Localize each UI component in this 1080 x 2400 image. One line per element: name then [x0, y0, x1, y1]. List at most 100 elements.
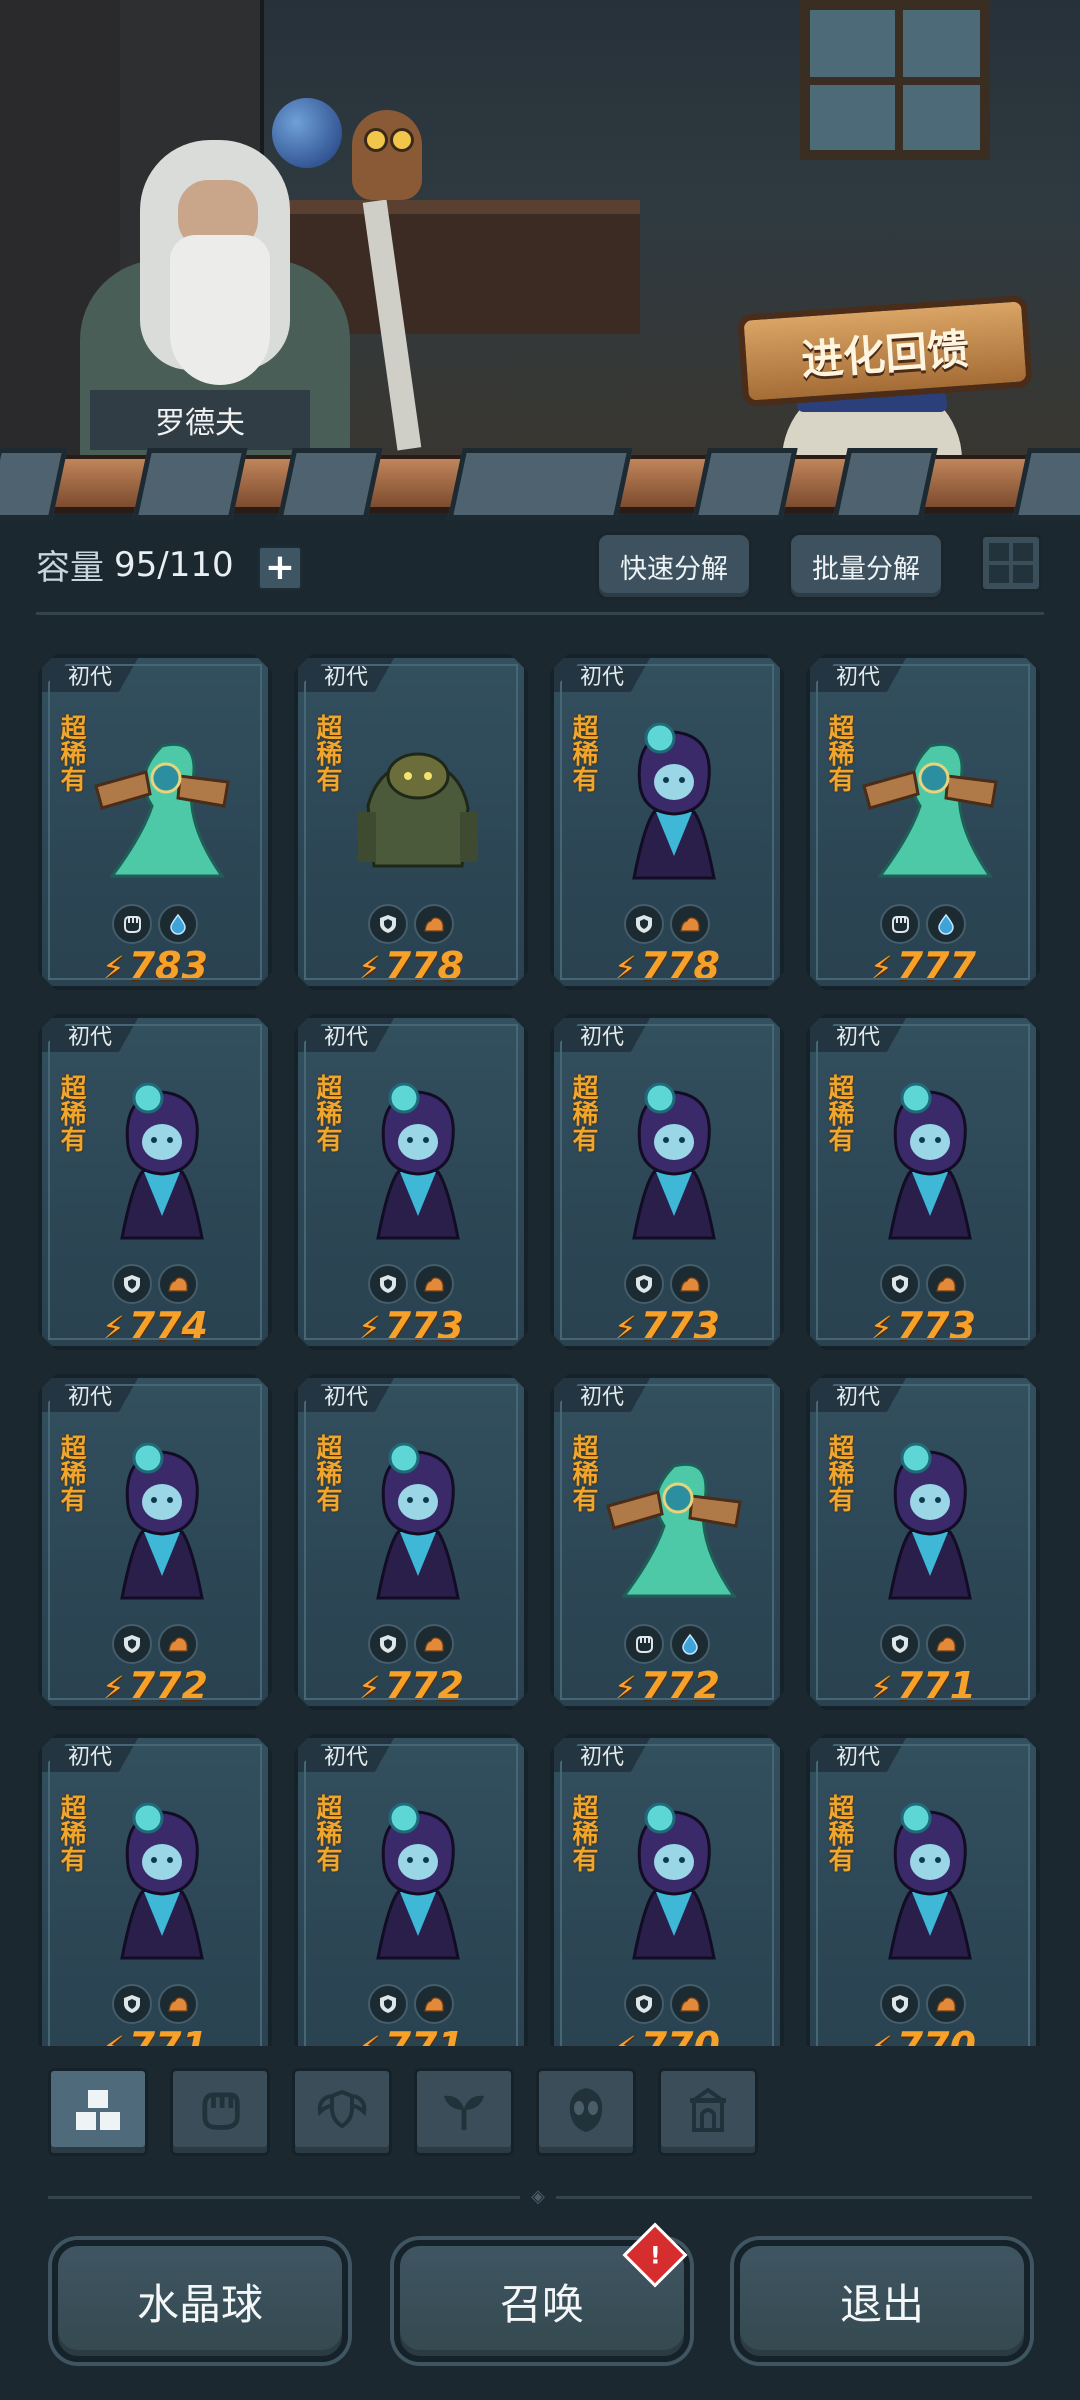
filter-tab-fist[interactable] — [170, 2068, 270, 2156]
rarity-label: 超稀有 — [312, 1074, 342, 1152]
summon-button[interactable]: 召唤 ! — [394, 2222, 690, 2362]
divider-stone — [132, 448, 248, 520]
capacity-label: 容量 — [36, 548, 104, 588]
water-spirit-portrait — [860, 716, 1000, 884]
dark-sorceress-portrait — [348, 1436, 488, 1604]
rarity-label: 超稀有 — [824, 714, 854, 792]
power-icon: ⚡ — [614, 1669, 637, 1707]
power-icon: ⚡ — [358, 949, 381, 987]
power-value: ⚡ 778 — [358, 944, 464, 988]
monster-card[interactable]: 初代超稀有 ⚡770 — [550, 1734, 784, 2046]
monster-card[interactable]: 初代 超稀有 ⚡ 773 — [806, 1014, 1040, 1350]
monster-card[interactable]: 初代 超稀有 ⚡ 777 — [806, 654, 1040, 990]
generation-tag: 初代 — [42, 1378, 138, 1412]
rarity-label: 超稀有 — [56, 1434, 86, 1512]
add-capacity-button[interactable]: + — [258, 546, 302, 590]
monster-card[interactable]: 初代 超稀有 ⚡ 772 — [550, 1374, 784, 1710]
rarity-label: 超稀有 — [312, 714, 342, 792]
monster-card[interactable]: 初代 超稀有 ⚡ 774 — [38, 1014, 272, 1350]
filter-tab-all-blocks[interactable] — [48, 2068, 148, 2156]
power-icon: ⚡ — [102, 1309, 125, 1347]
earth-icon — [414, 904, 454, 944]
earth-icon — [670, 1264, 710, 1304]
power-value: ⚡ 773 — [358, 1304, 464, 1348]
filter-tab-sprout[interactable] — [414, 2068, 514, 2156]
rarity-label: 超稀有 — [824, 1434, 854, 1512]
capacity-value: 95/110 — [114, 544, 234, 585]
generation-tag: 初代 — [298, 1378, 394, 1412]
rarity-label: 超稀有 — [56, 714, 86, 792]
attribute-icons — [42, 1984, 268, 2024]
power-icon: ⚡ — [614, 1309, 637, 1347]
monster-card[interactable]: 初代 超稀有 ⚡ 772 — [294, 1374, 528, 1710]
scene-banner: 罗德夫 进化回馈 — [0, 0, 1080, 480]
separator — [36, 612, 1044, 615]
shield-icon — [624, 1984, 664, 2024]
generation-tag: 初代 — [298, 1738, 394, 1772]
divider-stone — [692, 448, 798, 520]
attribute-icons — [298, 904, 524, 944]
filter-tab-mask[interactable] — [536, 2068, 636, 2156]
attribute-icons — [810, 1624, 1036, 1664]
shield-icon — [368, 1624, 408, 1664]
generation-tag: 初代 — [810, 1378, 906, 1412]
fist-icon — [880, 904, 920, 944]
attribute-icons — [554, 904, 780, 944]
attribute-icons — [298, 1264, 524, 1304]
monster-card[interactable]: 初代超稀有 ⚡770 — [806, 1734, 1040, 2046]
generation-tag: 初代 — [810, 658, 906, 692]
generation-tag: 初代 — [554, 1738, 650, 1772]
filter-tab-winged-shield[interactable] — [292, 2068, 392, 2156]
quick-decompose-button[interactable]: 快速分解 — [596, 532, 752, 600]
monster-card[interactable]: 初代 超稀有 ⚡ 783 — [38, 654, 272, 990]
power-value: ⚡ 772 — [102, 1664, 208, 1708]
monster-card[interactable]: 初代超稀有 ⚡771 — [38, 1734, 272, 2046]
power-icon: ⚡ — [102, 949, 125, 987]
dark-sorceress-portrait — [348, 1796, 488, 1964]
summon-label: 召唤 — [499, 2279, 584, 2329]
earth-icon — [414, 1624, 454, 1664]
attribute-icons — [554, 1984, 780, 2024]
generation-tag: 初代 — [554, 1378, 650, 1412]
water-spirit-portrait — [92, 716, 232, 884]
batch-decompose-button[interactable]: 批量分解 — [788, 532, 944, 600]
attribute-icons — [42, 1264, 268, 1304]
winged-shield-icon — [314, 2086, 370, 2138]
earth-icon — [926, 1984, 966, 2024]
monster-card[interactable]: 初代 超稀有 ⚡ 778 — [550, 654, 784, 990]
grid-view-button[interactable] — [980, 534, 1042, 592]
dark-sorceress-portrait — [860, 1796, 1000, 1964]
shield-icon — [880, 1984, 920, 2024]
power-icon: ⚡ — [358, 1669, 381, 1707]
monster-card-list[interactable]: 初代 超稀有 ⚡ 783 初代 超稀有 ⚡ 778 初代 超稀有 ⚡ 778 初代 超稀有 ⚡ 777 初代 超稀… — [0, 640, 1080, 2046]
power-value: ⚡ 773 — [870, 1304, 976, 1348]
generation-tag: 初代 — [42, 658, 138, 692]
filter-tabs — [48, 2068, 758, 2156]
generation-tag: 初代 — [810, 1738, 906, 1772]
earth-icon — [670, 1984, 710, 2024]
evolution-feedback-button[interactable]: 进化回馈 — [737, 294, 1033, 408]
rarity-label: 超稀有 — [56, 1074, 86, 1152]
monster-card[interactable]: 初代超稀有 ⚡771 — [806, 1374, 1040, 1710]
all-blocks-icon — [72, 2084, 124, 2140]
power-value: ⚡ 778 — [614, 944, 720, 988]
generation-tag: 初代 — [298, 658, 394, 692]
fist-icon — [112, 904, 152, 944]
power-icon: ⚡ — [870, 2029, 892, 2046]
monster-card[interactable]: 初代超稀有 ⚡ 778 — [294, 654, 528, 990]
monster-card[interactable]: 初代 超稀有 ⚡ 773 — [550, 1014, 784, 1350]
monster-card[interactable]: 初代 超稀有 ⚡ 773 — [294, 1014, 528, 1350]
power-icon: ⚡ — [102, 1669, 125, 1707]
exit-button[interactable]: 退出 — [734, 2240, 1030, 2362]
monster-card[interactable]: 初代超稀有 ⚡ 772 — [38, 1374, 272, 1710]
crystal-ball-button[interactable]: 水晶球 — [52, 2240, 348, 2362]
rarity-label: 超稀有 — [824, 1794, 854, 1872]
shield-icon — [880, 1624, 920, 1664]
power-icon: ⚡ — [870, 1309, 893, 1347]
earth-icon — [158, 1624, 198, 1664]
rarity-label: 超稀有 — [568, 1434, 598, 1512]
filter-tab-tower[interactable] — [658, 2068, 758, 2156]
dark-sorceress-portrait — [860, 1436, 1000, 1604]
monster-card[interactable]: 初代超稀有 ⚡771 — [294, 1734, 528, 2046]
rarity-label: 超稀有 — [312, 1434, 342, 1512]
